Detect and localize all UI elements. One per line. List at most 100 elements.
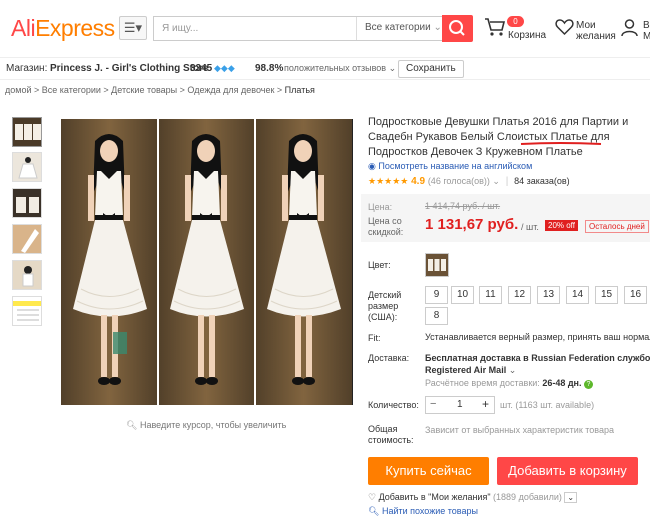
product-title: Подростковые Девушки Платья 2016 для Пар… (368, 116, 629, 158)
shipping-method-text: Registered Air Mail (425, 365, 507, 375)
quantity-label: Количество: (368, 400, 419, 410)
size-option-14[interactable]: 14 (566, 286, 589, 304)
delivery-time-label: Расчётное время доставки: (425, 378, 540, 388)
size-option-12[interactable]: 12 (508, 286, 531, 304)
title-underline-mark (520, 142, 602, 145)
store-name-link[interactable]: Princess J. - Girl's Clothing Store (50, 63, 209, 74)
positive-label-text: положительных отзывов (284, 63, 387, 73)
translate-link-text: Посмотреть название на английском (378, 161, 533, 171)
search-category-label: Все категории (365, 22, 431, 33)
shipping-label: Доставка: (368, 353, 410, 363)
aliexpress-logo[interactable]: AliExpress (11, 15, 115, 42)
breadcrumb: домой > Все категории > Детские товары >… (5, 85, 315, 95)
total-label: Общая стоимость: (368, 424, 414, 446)
breadcrumb-home[interactable]: домой (5, 85, 31, 95)
thumbnail-5[interactable] (12, 260, 42, 290)
orders-count: 84 заказа(ов) (514, 176, 570, 186)
find-similar-text: Найти похожие товары (381, 506, 478, 516)
rating-value: 4.9 (411, 176, 426, 187)
user-icon (621, 19, 638, 37)
translate-icon: ◉ (368, 161, 376, 171)
chevron-down-icon[interactable]: ⌄ (564, 492, 578, 503)
quantity-stepper[interactable]: − 1 + (425, 396, 495, 414)
thumbnail-image (13, 189, 41, 217)
price-unit: / шт. (521, 222, 539, 232)
cart-count-badge: 0 (507, 16, 524, 27)
thumbnail-image (13, 297, 41, 325)
cart-label[interactable]: Корзина (508, 30, 546, 41)
diamond-rank-icon[interactable]: ◆◆◆ (214, 63, 235, 74)
search-category-select[interactable]: Все категории ⌄ (356, 17, 442, 40)
search-button[interactable] (442, 15, 473, 42)
breadcrumb-girls-clothing[interactable]: Одежда для девочек (187, 85, 274, 95)
color-swatch-image (426, 254, 448, 276)
product-photo (61, 119, 353, 405)
thumbnail-6[interactable] (12, 296, 42, 326)
add-to-wishlist-link[interactable]: ♡ Добавить в "Мои желания" (1889 добавил… (368, 492, 578, 503)
add-to-cart-button[interactable]: Добавить в корзину (497, 457, 638, 485)
thumbnail-1[interactable] (12, 117, 42, 147)
color-label: Цвет: (368, 260, 391, 270)
size-option-9[interactable]: 9 (425, 286, 448, 304)
cart-button[interactable] (484, 17, 506, 42)
account-button[interactable] (620, 18, 639, 42)
size-option-15[interactable]: 15 (595, 286, 618, 304)
discount-price-label: Цена со скидкой: (368, 216, 403, 238)
rating-stars-icon: ★★★★★ (368, 176, 409, 186)
search-icon: 🔍︎ (368, 506, 380, 516)
store-score: 3345 (190, 63, 213, 74)
size-option-16[interactable]: 16 (624, 286, 647, 304)
translate-title-link[interactable]: ◉ Посмотреть название на английском (368, 161, 532, 172)
chevron-down-icon: ⌄ (508, 365, 517, 375)
find-similar-link[interactable]: 🔍︎ Найти похожие товары (368, 506, 478, 517)
size-option-10[interactable]: 10 (451, 286, 474, 304)
discount-price-label-1: Цена со (368, 216, 402, 226)
quantity-decrease-button[interactable]: − (430, 398, 436, 410)
thumbnail-3[interactable] (12, 188, 42, 218)
total-value: Зависит от выбранных характеристик товар… (425, 425, 614, 435)
heart-icon (555, 19, 574, 36)
shipping-method-line1[interactable]: Бесплатная доставка в Russian Federation… (425, 353, 650, 363)
wishlist-button[interactable] (555, 18, 574, 41)
discount-badge: 20% off (545, 220, 578, 231)
size-label: Детский размер (США): (368, 290, 401, 323)
save-store-button[interactable]: Сохранить (398, 60, 464, 78)
main-product-image[interactable] (61, 119, 353, 405)
quantity-value[interactable]: 1 (457, 399, 463, 410)
breadcrumb-current: Платья (284, 85, 315, 95)
search-icon (449, 20, 465, 36)
thumbnail-image (13, 225, 41, 253)
rating-votes[interactable]: (46 голоса(ов)) (428, 176, 490, 186)
store-prefix: Магазин: (6, 63, 47, 74)
breadcrumb-kids[interactable]: Детские товары (111, 85, 177, 95)
product-page: AliExpress ☰▾ Я ищу... Все категории ⌄ 0… (0, 0, 650, 523)
thumbnail-2[interactable] (12, 152, 42, 182)
help-icon[interactable]: ? (584, 380, 593, 389)
fit-label: Fit: (368, 333, 381, 343)
store-positive-label[interactable]: положительных отзывов ⌄ (284, 63, 396, 74)
wishlist-label[interactable]: Мои желания (576, 20, 616, 42)
delivery-time-value: 26-48 дн. (542, 378, 582, 388)
zoom-hint-icon: 🔍︎ (126, 420, 138, 430)
shipping-method-line2[interactable]: Registered Air Mail ⌄ (425, 365, 516, 376)
breadcrumb-all-categories[interactable]: Все категории (42, 85, 101, 95)
size-label-2: размер (368, 301, 399, 311)
size-option-8[interactable]: 8 (425, 307, 448, 325)
categories-menu-button[interactable]: ☰▾ (119, 16, 147, 40)
delivery-time: Расчётное время доставки: 26-48 дн. ? (425, 378, 593, 389)
total-label-1: Общая (368, 424, 398, 434)
store-positive-rate: 98.8% (255, 63, 284, 74)
quantity-increase-button[interactable]: + (482, 397, 489, 411)
quantity-available: шт. (1163 шт. available) (500, 400, 595, 410)
color-swatch[interactable] (425, 253, 449, 277)
account-label-line2: М (643, 31, 650, 42)
thumbnail-image (13, 153, 41, 181)
zoom-hint-text: Наведите курсор, чтобы увеличить (139, 420, 287, 430)
buy-now-button[interactable]: Купить сейчас (368, 457, 489, 485)
wishlist-add-text: Добавить в "Мои желания" (378, 492, 491, 502)
size-option-13[interactable]: 13 (537, 286, 560, 304)
thumbnail-4[interactable] (12, 224, 42, 254)
size-option-11[interactable]: 11 (479, 286, 502, 304)
cart-icon (485, 18, 506, 36)
account-label[interactable]: ВМ (643, 20, 650, 42)
